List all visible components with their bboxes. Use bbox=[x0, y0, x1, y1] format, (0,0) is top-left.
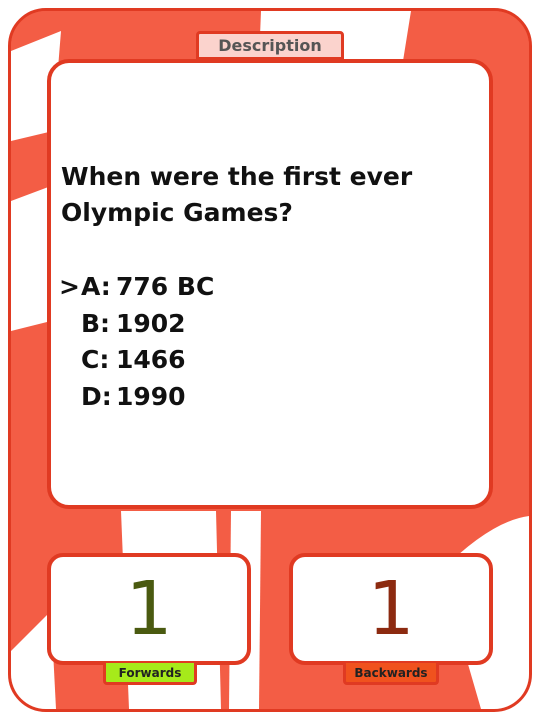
answer-text: 776 BC bbox=[116, 272, 215, 301]
backwards-counter[interactable]: 1 bbox=[289, 553, 493, 665]
tab-description[interactable]: Description bbox=[196, 31, 344, 60]
answer-letter: A: bbox=[81, 272, 111, 301]
forwards-label: Forwards bbox=[103, 663, 197, 685]
answer-option-b[interactable]: B: 1902 bbox=[59, 306, 214, 343]
backwards-label: Backwards bbox=[343, 663, 439, 685]
answer-letter: B: bbox=[81, 308, 111, 338]
backwards-value: 1 bbox=[367, 566, 415, 652]
answer-text: 1466 bbox=[116, 345, 186, 374]
answer-option-a[interactable]: > A: 776 BC bbox=[59, 269, 214, 306]
tab-description-label: Description bbox=[218, 36, 322, 55]
selection-marker: > bbox=[59, 272, 80, 301]
marker-spacer bbox=[59, 306, 81, 343]
answer-option-d[interactable]: D: 1990 bbox=[59, 379, 214, 416]
answer-letter: C: bbox=[81, 345, 110, 374]
marker-spacer bbox=[59, 379, 81, 416]
forwards-value: 1 bbox=[125, 566, 173, 652]
answer-text: 1990 bbox=[116, 381, 186, 411]
answer-text: 1902 bbox=[116, 308, 186, 338]
question-text: When were the first ever Olympic Games? bbox=[61, 162, 413, 227]
answer-option-c[interactable]: C: 1466 bbox=[59, 342, 214, 379]
marker-spacer bbox=[59, 342, 81, 379]
answer-list: > A: 776 BC B: 1902 C: 1466 D: 1990 bbox=[59, 269, 214, 415]
answer-letter: D: bbox=[81, 381, 112, 411]
description-panel: When were the first ever Olympic Games? … bbox=[47, 59, 493, 509]
forwards-counter[interactable]: 1 bbox=[47, 553, 251, 665]
